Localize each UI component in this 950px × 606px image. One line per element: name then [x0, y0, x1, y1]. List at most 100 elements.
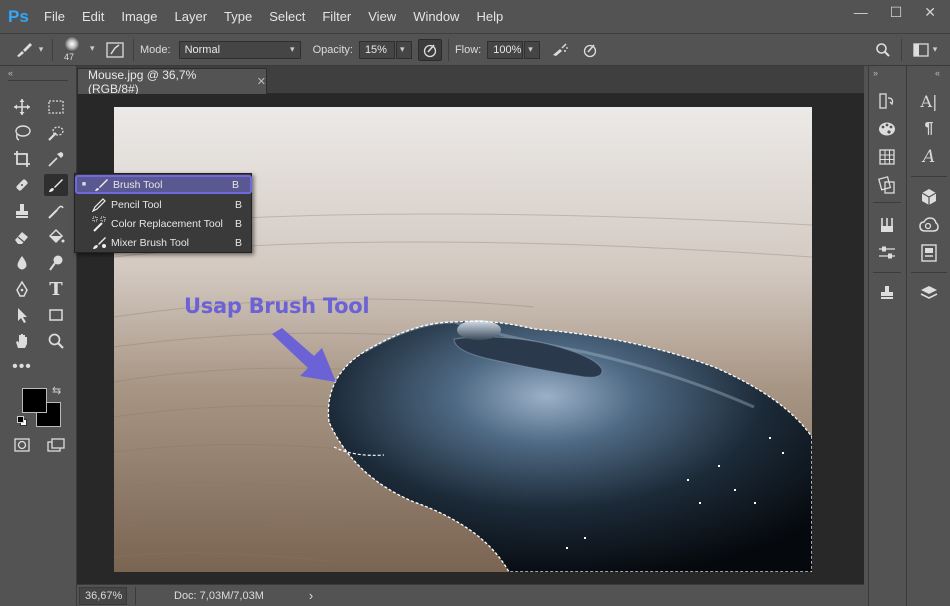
annotation-arrow-icon [272, 328, 336, 382]
collapse-dock-icon[interactable]: » [873, 68, 878, 78]
brush-tool[interactable] [44, 174, 68, 196]
palette-icon [879, 122, 895, 136]
swatches-panel-button[interactable] [875, 146, 899, 168]
zoom-level-field[interactable]: 36,67% [79, 586, 127, 605]
brush-presets-icon [881, 218, 893, 232]
mode-select[interactable]: Normal ▾ [178, 40, 301, 59]
workspace-icon [913, 42, 929, 57]
brush-panel-toggle[interactable] [103, 39, 127, 61]
type-tool[interactable]: T [44, 278, 68, 300]
move-tool[interactable] [10, 96, 34, 118]
glyphs-panel-button[interactable]: A [917, 146, 941, 168]
screen-mode-icon [47, 438, 65, 452]
paint-bucket-tool[interactable] [44, 226, 68, 248]
edit-toolbar-button[interactable]: ••• [10, 356, 34, 378]
menu-file[interactable]: File [44, 9, 65, 24]
eraser-tool[interactable] [10, 226, 34, 248]
workspace-switcher[interactable]: ▾ [908, 39, 942, 61]
eyedropper-tool[interactable] [44, 148, 68, 170]
collapse-panel-icon[interactable]: « [8, 68, 13, 78]
menu-type[interactable]: Type [224, 9, 252, 24]
search-button[interactable] [871, 39, 895, 61]
divider [447, 38, 449, 61]
flyout-item-brush-tool[interactable]: ■ Brush Tool B [75, 175, 252, 194]
flyout-label: Brush Tool [113, 178, 163, 191]
panel-dock-right: « A| ¶ A [906, 66, 950, 606]
marquee-tool[interactable] [44, 96, 68, 118]
clone-source-panel-button[interactable] [875, 282, 899, 304]
tool-preset-picker[interactable]: ▾ [10, 39, 46, 61]
menu-edit[interactable]: Edit [82, 9, 104, 24]
flow-dropdown[interactable]: ▾ [524, 40, 541, 59]
character-panel-button[interactable]: A| [917, 90, 941, 112]
chevron-down-icon: ▾ [38, 44, 44, 54]
rectangle-tool[interactable] [44, 304, 68, 326]
document-tab[interactable]: Mouse.jpg @ 36,7% (RGB/8#) ✕ [77, 68, 267, 96]
brush-icon [16, 42, 32, 57]
layers-panel-button[interactable] [917, 282, 941, 304]
bandage-icon [16, 179, 28, 191]
3d-panel-button[interactable] [917, 186, 941, 208]
screen-mode-button[interactable] [44, 434, 68, 456]
doc-size-info: Doc: 7,03M/7,03M [174, 589, 264, 602]
properties-icon [921, 244, 937, 262]
flow-field[interactable]: 100% [487, 40, 524, 59]
flyout-item-color-replacement-tool[interactable]: Color Replacement Tool B [75, 214, 253, 233]
menu-window[interactable]: Window [413, 9, 459, 24]
foreground-color-swatch[interactable] [22, 388, 47, 413]
chevron-down-icon: ▾ [528, 44, 533, 54]
healing-brush-tool[interactable] [10, 174, 34, 196]
brush-presets-panel-button[interactable] [875, 214, 899, 236]
creative-cloud-icon [919, 217, 939, 232]
opacity-field[interactable]: 15% [358, 40, 395, 59]
swap-colors-icon[interactable]: ⇆ [52, 384, 61, 397]
minimize-button[interactable]: — [854, 4, 868, 21]
menu-layer[interactable]: Layer [175, 9, 208, 24]
menu-help[interactable]: Help [476, 9, 503, 24]
pen-icon [16, 280, 28, 297]
brush-preset-picker[interactable]: 47 ▾ [59, 35, 103, 65]
menu-filter[interactable]: Filter [322, 9, 351, 24]
adjustments-panel-button[interactable] [875, 174, 899, 196]
path-selection-tool[interactable] [10, 304, 34, 326]
menu-image[interactable]: Image [121, 9, 157, 24]
pen-tool[interactable] [10, 278, 34, 300]
expand-dock-icon[interactable]: « [935, 68, 940, 78]
default-colors-icon[interactable] [17, 416, 27, 426]
selected-marker-icon: ■ [81, 181, 87, 188]
brush-settings-panel-button[interactable] [875, 242, 899, 264]
libraries-panel-button[interactable] [917, 214, 941, 236]
properties-panel-button[interactable] [917, 242, 941, 264]
close-window-button[interactable]: ✕ [924, 4, 936, 21]
maximize-button[interactable]: ☐ [890, 4, 903, 21]
search-icon [876, 42, 890, 57]
airbrush-button[interactable] [548, 39, 572, 61]
lasso-tool[interactable] [10, 122, 34, 144]
history-brush-tool[interactable] [44, 200, 68, 222]
menu-bar: Ps File Edit Image Layer Type Select Fil… [0, 0, 950, 33]
paragraph-panel-button[interactable]: ¶ [917, 118, 941, 140]
close-tab-icon[interactable]: ✕ [257, 75, 266, 88]
divider [873, 272, 901, 273]
menu-view[interactable]: View [368, 9, 396, 24]
photoshop-logo: Ps [8, 6, 29, 26]
blur-tool[interactable] [10, 252, 34, 274]
adjustments-icon [878, 176, 895, 194]
hand-tool[interactable] [10, 330, 34, 352]
history-panel-button[interactable] [875, 90, 899, 112]
crop-tool[interactable] [10, 148, 34, 170]
flyout-item-pencil-tool[interactable]: Pencil Tool B [75, 195, 253, 214]
quick-mask-button[interactable] [10, 434, 34, 456]
clone-stamp-tool[interactable] [10, 200, 34, 222]
menu-select[interactable]: Select [269, 9, 305, 24]
dodge-tool[interactable] [44, 252, 68, 274]
canvas-area[interactable] [77, 94, 864, 584]
quick-selection-tool[interactable] [44, 122, 68, 144]
zoom-tool[interactable] [44, 330, 68, 352]
flyout-item-mixer-brush-tool[interactable]: Mixer Brush Tool B [75, 233, 253, 252]
pressure-size-button[interactable] [578, 39, 602, 61]
color-panel-button[interactable] [875, 118, 899, 140]
status-menu-arrow[interactable]: › [309, 588, 313, 603]
pressure-opacity-button[interactable] [417, 38, 442, 61]
opacity-dropdown[interactable]: ▾ [395, 40, 412, 59]
